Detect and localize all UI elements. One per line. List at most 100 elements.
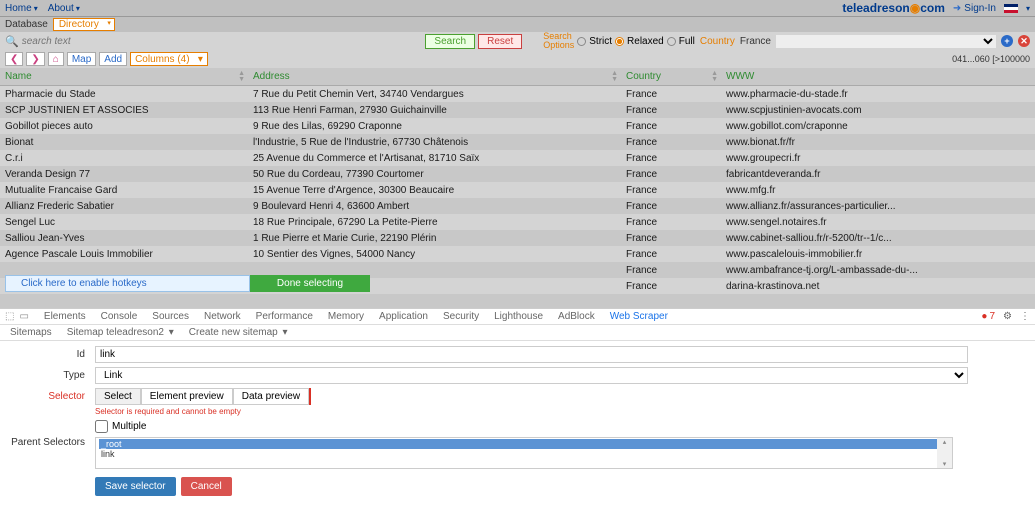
table-row[interactable]: Salliou Jean-Yves1 Rue Pierre et Marie C… [0,230,1035,246]
devtools-tab[interactable]: Network [204,311,241,322]
reset-button[interactable]: Reset [478,34,522,49]
type-select[interactable]: Link [95,367,968,384]
cell-www: www.scpjustinien-avocats.com [726,105,1035,116]
devtools-tab[interactable]: AdBlock [558,311,595,322]
country-value: France [740,36,771,47]
parent-link-item[interactable]: link [99,449,949,459]
inspect-icon[interactable]: ⬚ [5,311,14,322]
devtools-tab[interactable]: Console [101,311,138,322]
settings-icon[interactable]: ⚙ [1003,311,1012,322]
cell-address: 1 Rue Pierre et Marie Curie, 22190 Pléri… [253,233,626,244]
create-sitemap-tab[interactable]: Create new sitemap ▾ [189,327,288,338]
devtools-tab[interactable]: Elements [44,311,86,322]
cell-www: www.pascalelouis-immobilier.fr [726,249,1035,260]
cell-www: darina-krastinova.net [726,281,1035,292]
country-label: Country [700,36,735,47]
done-selecting-button[interactable]: Done selecting [250,275,370,292]
multiple-checkbox[interactable] [95,420,108,433]
devtools-tab[interactable]: Memory [328,311,364,322]
devtools-tab[interactable]: Application [379,311,428,322]
selector-input[interactable] [309,388,311,405]
save-selector-button[interactable]: Save selector [95,477,176,496]
table-row[interactable]: Pharmacie du Stade7 Rue du Petit Chemin … [0,86,1035,102]
signin-link[interactable]: ➜Sign-In [953,3,996,14]
col-address-header[interactable]: Address▲▼ [253,71,626,82]
selection-overlay: Click here to enable hotkeys Done select… [5,274,370,292]
cell-country: France [626,89,726,100]
full-radio[interactable]: Full [667,36,695,47]
cell-name: Agence Pascale Louis Immobilier [0,249,253,260]
cell-www: www.groupecri.fr [726,153,1035,164]
devtools-tab[interactable]: Lighthouse [494,311,543,322]
cell-name: Allianz Frederic Sabatier [0,201,253,212]
add-button[interactable]: Add [99,52,127,66]
cell-name: Salliou Jean-Yves [0,233,253,244]
chevron-down-icon: ▾ [34,4,38,13]
cell-address: l'Industrie, 5 Rue de l'Industrie, 67730… [253,137,626,148]
home-button[interactable]: ⌂ [48,52,64,66]
cell-address: 7 Rue du Petit Chemin Vert, 34740 Vendar… [253,89,626,100]
cell-address: 113 Rue Henri Farman, 27930 Guichainvill… [253,105,626,116]
device-icon[interactable]: ▭ [19,311,28,322]
table-row[interactable]: Agence Pascale Louis Immobilier10 Sentie… [0,246,1035,262]
current-sitemap-tab[interactable]: Sitemap teleadreson2 ▾ [67,327,174,338]
scrollbar[interactable]: ▴▾ [937,438,952,468]
columns-dropdown[interactable]: Columns (4) ▾ [130,52,208,66]
cell-address: 50 Rue du Cordeau, 77390 Courtomer [253,169,626,180]
cell-country: France [626,217,726,228]
about-menu[interactable]: About▾ [48,3,80,14]
relaxed-radio[interactable]: Relaxed [615,36,664,47]
data-preview-button[interactable]: Data preview [233,388,309,405]
remove-icon[interactable]: ✕ [1018,35,1030,47]
table-row[interactable]: SCP JUSTINIEN ET ASSOCIES113 Rue Henri F… [0,102,1035,118]
cell-www: www.gobillot.com/craponne [726,121,1035,132]
prev-button[interactable]: ❮ [5,52,23,66]
hotkey-toast[interactable]: Click here to enable hotkeys [5,275,250,292]
strict-radio[interactable]: Strict [577,36,612,47]
top-bar: Home▾ About▾ teleadreson◉com ➜Sign-In ▾ [0,0,1035,16]
error-count[interactable]: ●7 [981,311,995,322]
table-row[interactable]: Bionatl'Industrie, 5 Rue de l'Industrie,… [0,134,1035,150]
pager-text: 041...060 [>100000 [952,54,1030,64]
database-bar: Database Directory [0,16,1035,32]
table-row[interactable]: Gobillot pieces auto9 Rue des Lilas, 692… [0,118,1035,134]
id-input[interactable] [95,346,968,363]
chevron-down-icon: ▾ [1026,4,1030,13]
cell-address: 15 Avenue Terre d'Argence, 30300 Beaucai… [253,185,626,196]
cancel-button[interactable]: Cancel [181,477,232,496]
element-preview-button[interactable]: Element preview [141,388,233,405]
table-row[interactable]: C.r.i25 Avenue du Commerce et l'Artisana… [0,150,1035,166]
add-icon[interactable]: + [1001,35,1013,47]
table-row[interactable]: Allianz Frederic Sabatier9 Boulevard Hen… [0,198,1035,214]
directory-dropdown[interactable]: Directory [53,18,115,31]
country-select[interactable] [776,35,996,48]
cell-country: France [626,105,726,116]
selector-error: Selector is required and cannot be empty [95,407,1025,416]
table-row[interactable]: Mutualite Francaise Gard15 Avenue Terre … [0,182,1035,198]
search-input[interactable] [22,36,222,47]
col-www-header[interactable]: WWW [726,71,1035,82]
cell-country: France [626,233,726,244]
cell-country: France [626,201,726,212]
devtools-tab[interactable]: Security [443,311,479,322]
devtools-tab[interactable]: Performance [256,311,313,322]
col-country-header[interactable]: Country▲▼ [626,71,726,82]
home-menu[interactable]: Home▾ [5,3,38,14]
devtools-tab[interactable]: Sources [152,311,189,322]
parent-selectors-box[interactable]: _root link ▴▾ [95,437,953,469]
more-icon[interactable]: ⋮ [1020,311,1030,322]
search-button[interactable]: Search [425,34,475,49]
col-name-header[interactable]: Name▲▼ [0,71,253,82]
devtools-subtabs: Sitemaps Sitemap teleadreson2 ▾ Create n… [0,325,1035,341]
devtools-tab[interactable]: Web Scraper [610,311,668,322]
parent-root-item[interactable]: _root [99,439,949,449]
flag-icon[interactable] [1004,4,1018,13]
select-button[interactable]: Select [95,388,141,405]
table-row[interactable]: Veranda Design 7750 Rue du Cordeau, 7739… [0,166,1035,182]
sitemaps-tab[interactable]: Sitemaps [10,327,52,338]
table-row[interactable]: Sengel Luc18 Rue Principale, 67290 La Pe… [0,214,1035,230]
map-button[interactable]: Map [67,52,96,66]
cell-www: www.mfg.fr [726,185,1035,196]
next-button[interactable]: ❯ [26,52,44,66]
cell-country: France [626,281,726,292]
